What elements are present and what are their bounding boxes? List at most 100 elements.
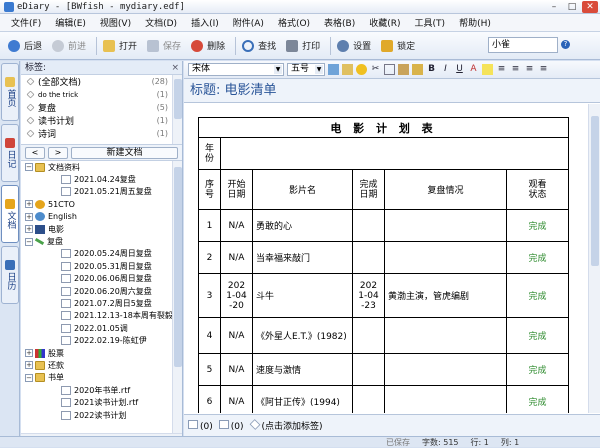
close-icon[interactable]: ×	[171, 61, 179, 75]
tree-item[interactable]: 2021.07.2周日5复盘	[21, 297, 182, 309]
tree-item[interactable]: 2020.06.20周六复盘	[21, 285, 182, 297]
tag-item[interactable]: 读书计划 (1)	[21, 114, 182, 127]
menu-view[interactable]: 视图(V)	[93, 16, 138, 29]
expand-icon[interactable]: +	[25, 349, 33, 358]
menu-file[interactable]: 文件(F)	[4, 16, 48, 29]
tree-folder[interactable]: +51CTO	[21, 198, 182, 210]
expand-icon[interactable]: +	[25, 225, 33, 234]
tree-item[interactable]: 2020年书单.rtf	[21, 384, 182, 396]
scrollbar-thumb[interactable]	[174, 79, 182, 119]
menu-attachment[interactable]: 附件(A)	[226, 16, 271, 29]
tree-item[interactable]: 2021.05.21周五复盘	[21, 186, 182, 198]
tab-documents[interactable]: 文档	[1, 185, 19, 243]
globe-icon	[35, 212, 45, 222]
back-button[interactable]: 后退	[8, 39, 42, 52]
tree-folder[interactable]: − 复盘	[21, 235, 182, 247]
document-scrollbar[interactable]	[588, 104, 600, 413]
tree-folder[interactable]: − 书单	[21, 372, 182, 384]
tree-folder[interactable]: + 股票	[21, 347, 182, 359]
emoticon-icon[interactable]	[356, 64, 367, 75]
attachments-button[interactable]: (0)	[188, 419, 213, 432]
forward-button[interactable]: 前进	[52, 39, 86, 52]
prev-button[interactable]: <	[25, 146, 45, 159]
tree-folder[interactable]: + 还款	[21, 359, 182, 371]
tree-item[interactable]: 2022.02.19-陈虹伊	[21, 334, 182, 346]
collapse-icon[interactable]: −	[25, 163, 33, 172]
tree-item[interactable]: 2022读书计划	[21, 409, 182, 421]
new-document-button[interactable]: 新建文档	[71, 146, 178, 159]
align-center-icon[interactable]: ≡	[524, 64, 535, 75]
font-color-icon[interactable]: A	[468, 64, 479, 75]
expand-icon[interactable]: +	[25, 361, 33, 370]
next-button[interactable]: >	[48, 146, 68, 159]
minimize-button[interactable]: –	[546, 1, 562, 13]
menu-help[interactable]: 帮助(H)	[452, 16, 498, 29]
close-button[interactable]: ✕	[582, 1, 598, 13]
settings-button[interactable]: 设置	[337, 39, 371, 52]
lock-button[interactable]: 锁定	[381, 39, 415, 52]
tree-item[interactable]: 2020.05.31周日复盘	[21, 260, 182, 272]
add-tag-button[interactable]: (点击添加标签)	[249, 419, 323, 432]
tree-item[interactable]: 2022.01.05调	[21, 322, 182, 334]
tree-item[interactable]: 2020.05.24周日复盘	[21, 248, 182, 260]
notes-button[interactable]: (0)	[218, 419, 244, 432]
copy-icon[interactable]	[384, 64, 395, 75]
underline-icon[interactable]: U	[454, 64, 465, 75]
tab-home[interactable]: 首页	[1, 63, 19, 121]
tree-item[interactable]: 2021.12.13-18本周有裂毅	[21, 310, 182, 322]
search-input[interactable]: 小雀	[488, 37, 558, 53]
open-button[interactable]: 打开	[103, 39, 137, 52]
scrollbar-thumb[interactable]	[591, 116, 599, 266]
tag-item-all[interactable]: (全部文档) (28)	[21, 75, 182, 88]
document-title[interactable]: 标题: 电影清单	[184, 79, 600, 103]
tag-item[interactable]: 复盘 (5)	[21, 101, 182, 114]
tree-item[interactable]: 2020.06.06周日复盘	[21, 273, 182, 285]
tree-folder[interactable]: + 电影	[21, 223, 182, 235]
tab-diary[interactable]: 日记	[1, 124, 19, 182]
italic-icon[interactable]: I	[440, 64, 451, 75]
save-button[interactable]: 保存	[147, 39, 181, 52]
delete-button[interactable]: 删除	[191, 39, 225, 52]
collapse-icon[interactable]: −	[25, 373, 33, 382]
font-select[interactable]: 宋体 ▼	[188, 63, 284, 76]
print-button[interactable]: 打印	[286, 39, 320, 52]
align-right-icon[interactable]: ≡	[538, 64, 549, 75]
menu-table[interactable]: 表格(B)	[317, 16, 362, 29]
document-body[interactable]: 电 影 计 划 表 年份 序号 开始日期 影片名 完成日期 复盘情况 观看状态 …	[184, 104, 600, 413]
tag-scrollbar[interactable]	[172, 75, 182, 144]
scrollbar-thumb[interactable]	[174, 167, 182, 367]
paste-icon[interactable]	[398, 64, 409, 75]
menu-favorites[interactable]: 收藏(R)	[362, 16, 407, 29]
tag-item[interactable]: 诗词 (1)	[21, 127, 182, 140]
tree-scrollbar[interactable]	[172, 161, 182, 433]
tree-item[interactable]: 2021读书计划.rtf	[21, 396, 182, 408]
expand-icon[interactable]: +	[25, 200, 33, 209]
insert-image-icon[interactable]	[328, 64, 339, 75]
bold-icon[interactable]: B	[426, 64, 437, 75]
printer-icon	[286, 39, 299, 52]
expand-icon[interactable]: +	[25, 212, 33, 221]
tree-folder[interactable]: + English	[21, 211, 182, 223]
align-left-icon[interactable]: ≡	[510, 64, 521, 75]
tree-folder[interactable]: − 文档资料	[21, 161, 182, 173]
tag-item[interactable]: do the trick (1)	[21, 88, 182, 101]
tree-item[interactable]: 2021.04.24复盘	[21, 173, 182, 185]
menu-insert[interactable]: 插入(I)	[184, 16, 226, 29]
format-painter-icon[interactable]	[412, 64, 423, 75]
maximize-button[interactable]: □	[564, 1, 580, 13]
highlight-icon[interactable]	[482, 64, 493, 75]
tag-count: (28)	[151, 77, 168, 86]
menu-edit[interactable]: 编辑(E)	[48, 16, 93, 29]
menu-format[interactable]: 格式(O)	[271, 16, 317, 29]
collapse-icon[interactable]: −	[25, 237, 33, 246]
menu-tools[interactable]: 工具(T)	[408, 16, 453, 29]
cut-icon[interactable]: ✂	[370, 64, 381, 75]
menu-document[interactable]: 文档(D)	[138, 16, 184, 29]
tab-calendar[interactable]: 日历	[1, 246, 19, 304]
font-size-select[interactable]: 五号 ▼	[287, 63, 325, 76]
help-icon[interactable]: ?	[561, 40, 570, 49]
insert-table-icon[interactable]	[342, 64, 353, 75]
bullets-icon[interactable]: ≡	[496, 64, 507, 75]
format-toolbar: 宋体 ▼ 五号 ▼ ✂ B I U A ≡ ≡ ≡ ≡	[184, 61, 600, 79]
find-button[interactable]: 查找	[242, 39, 276, 52]
